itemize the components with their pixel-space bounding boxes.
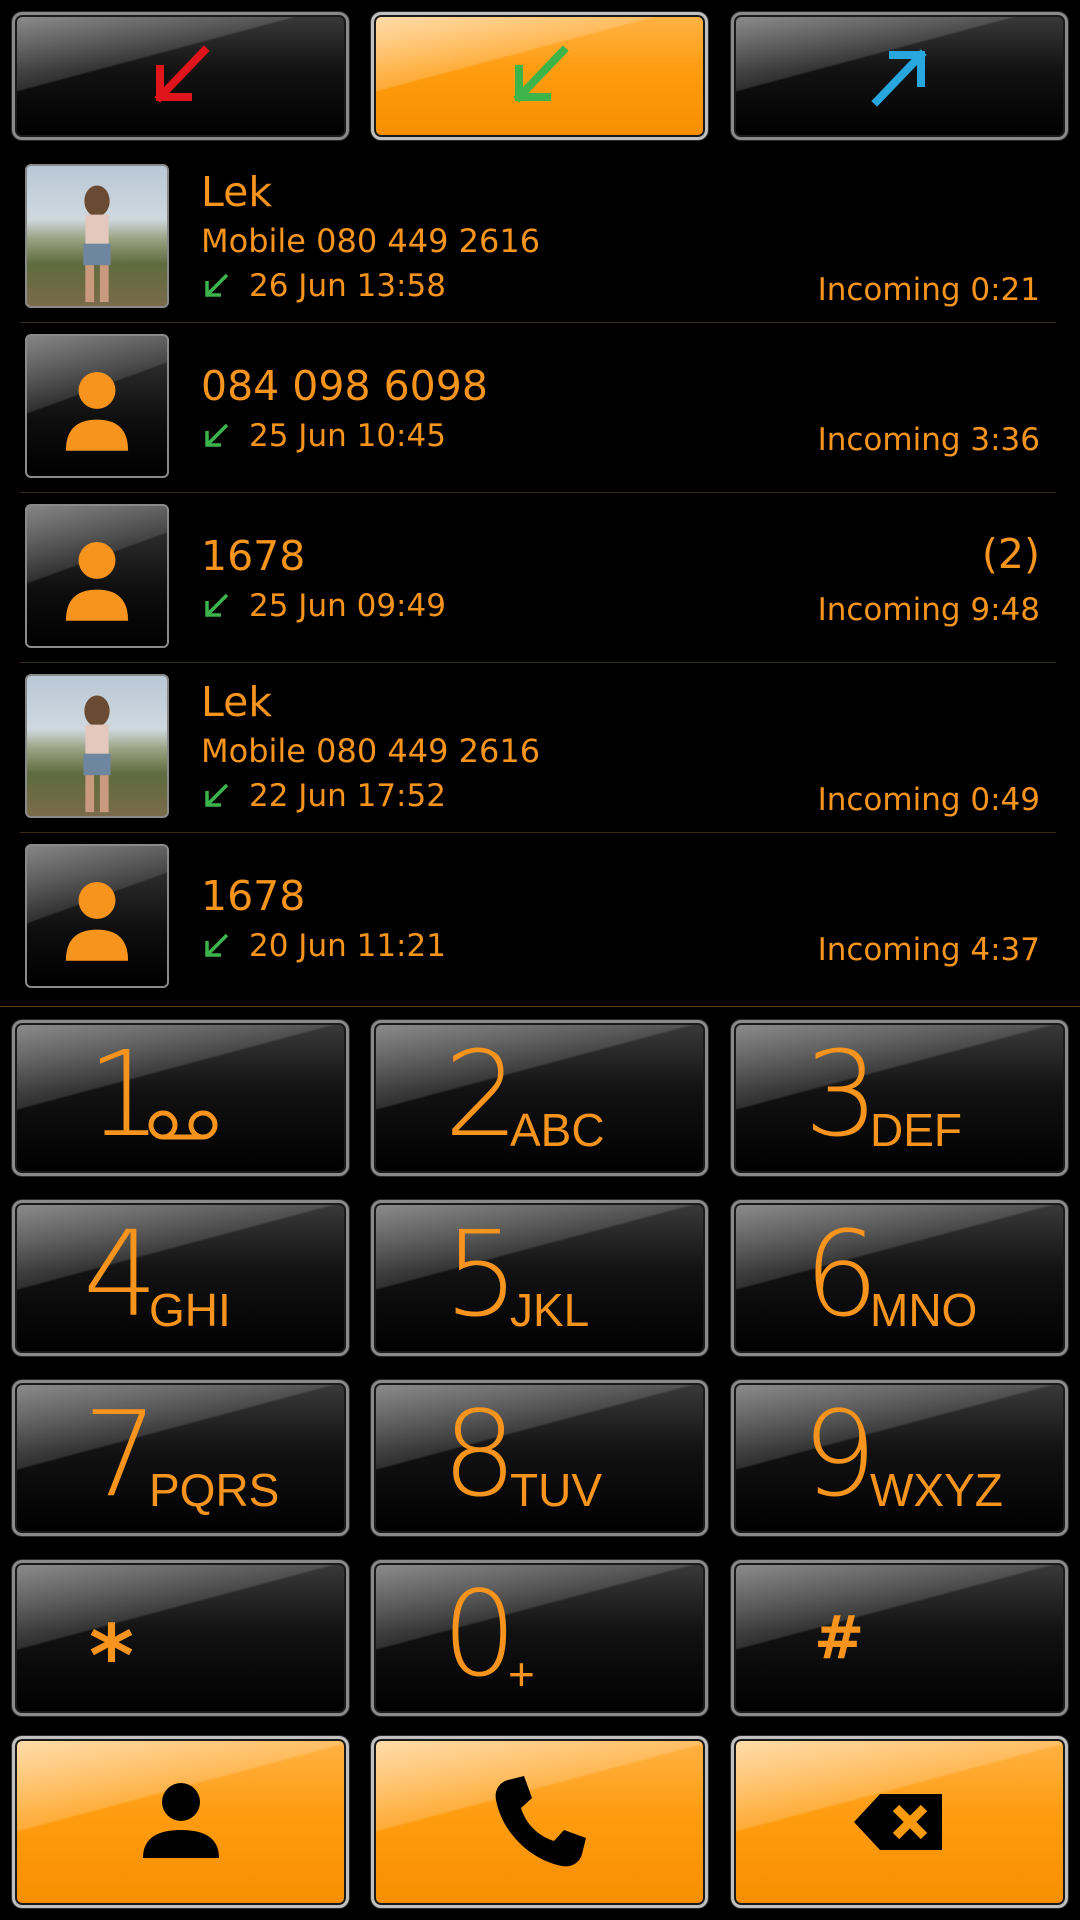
key-4[interactable]: 4 GHI: [12, 1200, 349, 1356]
voicemail-icon: [148, 1110, 218, 1140]
key-digit: 3: [804, 1025, 880, 1163]
key-6[interactable]: 6 MNO: [731, 1200, 1068, 1356]
key-digit: 4: [83, 1205, 159, 1343]
key-8[interactable]: 8 TUV: [371, 1380, 708, 1536]
key-1[interactable]: 1: [12, 1020, 349, 1176]
key-letters: DEF: [870, 1104, 962, 1156]
contact-avatar[interactable]: [25, 504, 169, 648]
key-digit: 9: [802, 1385, 878, 1523]
person-icon: [142, 1783, 219, 1858]
key-0[interactable]: 0 +: [371, 1560, 708, 1716]
key-letters: TUV: [510, 1464, 602, 1516]
key-letters: GHI: [149, 1284, 231, 1336]
call-datetime: 20 Jun 11:21: [201, 928, 446, 964]
dialer-screen: Lek Mobile 080 449 2616 26 Jun 13:58 Inc…: [0, 0, 1080, 1920]
contact-photo[interactable]: [25, 164, 169, 308]
key-letters: PQRS: [149, 1464, 280, 1516]
key-digit: 8: [442, 1385, 518, 1523]
contact-number: Mobile 080 449 2616: [201, 222, 541, 260]
tab-outgoing-calls[interactable]: [731, 12, 1068, 140]
call-log-row[interactable]: 084 098 6098 25 Jun 10:45 Incoming 3:36: [20, 330, 1056, 493]
contact-name: Lek: [201, 678, 273, 726]
call-log-row[interactable]: 1678 (2) 25 Jun 09:49 Incoming 9:48: [20, 500, 1056, 663]
contact-avatar[interactable]: [25, 334, 169, 478]
key-letters: ABC: [510, 1104, 605, 1156]
incoming-call-arrow-icon: [205, 783, 229, 807]
call-log-list: Lek Mobile 080 449 2616 26 Jun 13:58 Inc…: [0, 160, 1080, 1006]
person-icon: [65, 881, 129, 961]
key-5[interactable]: 5 JKL: [371, 1200, 708, 1356]
call-datetime: 22 Jun 17:52: [201, 778, 446, 814]
contact-name: 084 098 6098: [201, 362, 488, 410]
person-icon: [65, 371, 129, 451]
incoming-call-arrow-icon: [205, 593, 229, 617]
phone-handset-icon: [495, 1776, 586, 1867]
call-button[interactable]: [371, 1736, 708, 1908]
key-digit: 2: [444, 1025, 520, 1163]
backspace-button[interactable]: [731, 1736, 1068, 1908]
list-keypad-divider: [0, 1006, 1080, 1007]
key-letters: JKL: [510, 1284, 590, 1336]
call-status: Incoming 3:36: [817, 422, 1040, 458]
key-hash[interactable]: #: [731, 1560, 1068, 1716]
contact-name: Lek: [201, 168, 273, 216]
call-log-row[interactable]: 1678 20 Jun 11:21 Incoming 4:37: [20, 840, 1056, 1002]
contact-avatar[interactable]: [25, 844, 169, 988]
call-count: (2): [981, 530, 1040, 578]
key-star[interactable]: *: [12, 1560, 349, 1716]
contact-name: 1678: [201, 532, 306, 580]
key-digit: 6: [804, 1205, 880, 1343]
call-date: 25 Jun 09:49: [249, 588, 446, 624]
contact-number: Mobile 080 449 2616: [201, 732, 541, 770]
key-symbol: *: [89, 1607, 134, 1707]
incoming-call-arrow-icon: [205, 273, 229, 297]
incoming-call-arrow-icon: [205, 933, 229, 957]
person-icon: [65, 541, 129, 621]
call-status: Incoming 0:49: [817, 782, 1040, 818]
key-2[interactable]: 2 ABC: [371, 1020, 708, 1176]
call-date: 25 Jun 10:45: [249, 418, 446, 454]
key-digit: 5: [444, 1205, 520, 1343]
key-3[interactable]: 3 DEF: [731, 1020, 1068, 1176]
backspace-icon: [853, 1794, 942, 1850]
outgoing-call-arrow-icon: [870, 49, 927, 107]
call-datetime: 25 Jun 10:45: [201, 418, 446, 454]
key-9[interactable]: 9 WXYZ: [731, 1380, 1068, 1536]
key-letters: +: [508, 1648, 535, 1700]
call-log-row[interactable]: Lek Mobile 080 449 2616 22 Jun 17:52 Inc…: [20, 670, 1056, 833]
call-date: 20 Jun 11:21: [249, 928, 446, 964]
call-datetime: 26 Jun 13:58: [201, 268, 446, 304]
call-datetime: 25 Jun 09:49: [201, 588, 446, 624]
missed-call-arrow-icon: [153, 45, 210, 103]
call-date: 26 Jun 13:58: [249, 268, 446, 304]
person-photo-icon: [83, 185, 111, 303]
call-status: Incoming 0:21: [817, 272, 1040, 308]
key-letters: WXYZ: [870, 1464, 1003, 1516]
call-status: Incoming 9:48: [817, 592, 1040, 628]
key-digit: 7: [83, 1385, 159, 1523]
call-date: 22 Jun 17:52: [249, 778, 446, 814]
incoming-call-arrow-icon: [512, 45, 569, 103]
call-log-row[interactable]: Lek Mobile 080 449 2616 26 Jun 13:58 Inc…: [20, 160, 1056, 323]
key-7[interactable]: 7 PQRS: [12, 1380, 349, 1536]
contact-photo[interactable]: [25, 674, 169, 818]
contacts-button[interactable]: [12, 1736, 349, 1908]
person-photo-icon: [83, 695, 111, 813]
key-symbol: #: [814, 1603, 865, 1673]
key-letters: MNO: [870, 1284, 978, 1336]
key-digit: 0: [442, 1565, 518, 1703]
call-status: Incoming 4:37: [817, 932, 1040, 968]
tab-incoming-calls[interactable]: [371, 12, 708, 140]
tab-missed-calls[interactable]: [12, 12, 349, 140]
incoming-call-arrow-icon: [205, 423, 229, 447]
contact-name: 1678: [201, 872, 306, 920]
